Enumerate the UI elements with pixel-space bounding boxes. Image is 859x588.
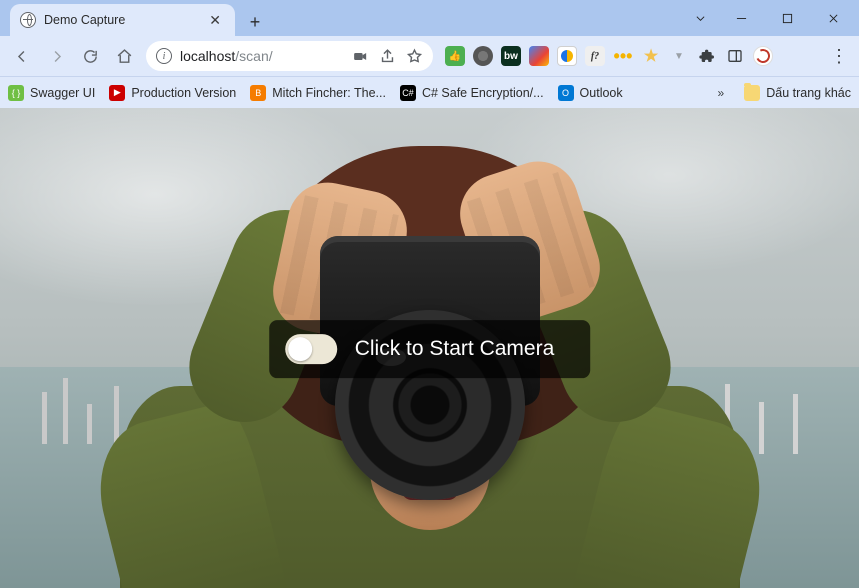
tab-title: Demo Capture [44, 13, 197, 27]
extension-icon[interactable]: ★ [641, 46, 661, 66]
extension-icon[interactable] [473, 46, 493, 66]
extension-icon[interactable]: ••• [613, 46, 633, 66]
camera-permission-icon[interactable] [352, 48, 369, 65]
extensions-menu-icon[interactable] [697, 46, 717, 66]
other-bookmarks-folder[interactable]: Dấu trang khác [744, 85, 851, 101]
start-camera-button[interactable]: Click to Start Camera [269, 320, 591, 378]
bookmark-label: Production Version [131, 86, 236, 100]
extension-icon[interactable]: bw [501, 46, 521, 66]
nav-back-button[interactable] [6, 40, 38, 72]
browser-tab[interactable]: Demo Capture ✕ [10, 4, 235, 36]
bookmark-star-icon[interactable] [406, 48, 423, 65]
address-bar[interactable]: i localhost/scan/ [146, 41, 433, 71]
site-info-icon[interactable]: i [156, 48, 172, 64]
bookmark-item[interactable]: { } Swagger UI [8, 85, 95, 101]
bookmark-label: Mitch Fincher: The... [272, 86, 386, 100]
bookmarks-overflow-button[interactable]: » [712, 86, 731, 100]
folder-icon [744, 85, 760, 101]
url-text: localhost/scan/ [180, 48, 344, 64]
tab-close-button[interactable]: ✕ [205, 10, 225, 31]
nav-forward-button[interactable] [40, 40, 72, 72]
extension-icon[interactable] [753, 46, 773, 66]
bookmarks-bar: { } Swagger UI ▶ Production Version B Mitch… [0, 76, 859, 108]
bookmark-label: Outlook [580, 86, 623, 100]
page-viewport: Click to Start Camera [0, 108, 859, 588]
bookmark-favicon: C# [400, 85, 416, 101]
tab-search-button[interactable] [683, 3, 717, 33]
bookmark-favicon: O [558, 85, 574, 101]
globe-icon [20, 12, 36, 28]
extension-icon[interactable]: ▼ [669, 46, 689, 66]
extension-icon[interactable] [529, 46, 549, 66]
new-tab-button[interactable]: + [241, 8, 269, 36]
window-close-button[interactable] [811, 3, 855, 33]
bookmark-label: C# Safe Encryption/... [422, 86, 544, 100]
camera-toggle[interactable] [285, 334, 337, 364]
side-panel-icon[interactable] [725, 46, 745, 66]
browser-menu-button[interactable]: ⋮ [825, 46, 853, 67]
extensions-row: 👍 bw f? ••• ★ ▼ [445, 46, 823, 66]
extension-icon[interactable] [557, 46, 577, 66]
start-camera-label: Click to Start Camera [355, 337, 555, 361]
bookmark-favicon: B [250, 85, 266, 101]
extension-icon[interactable]: 👍 [445, 46, 465, 66]
window-maximize-button[interactable] [765, 3, 809, 33]
nav-home-button[interactable] [108, 40, 140, 72]
bookmark-label: Dấu trang khác [766, 86, 851, 100]
bookmark-favicon: ▶ [109, 85, 125, 101]
nav-reload-button[interactable] [74, 40, 106, 72]
bookmark-item[interactable]: B Mitch Fincher: The... [250, 85, 386, 101]
window-minimize-button[interactable] [719, 3, 763, 33]
bookmark-favicon: { } [8, 85, 24, 101]
bookmark-item[interactable]: ▶ Production Version [109, 85, 236, 101]
bookmark-item[interactable]: O Outlook [558, 85, 623, 101]
extension-icon[interactable]: f? [585, 46, 605, 66]
bookmark-label: Swagger UI [30, 86, 95, 100]
bookmark-item[interactable]: C# C# Safe Encryption/... [400, 85, 544, 101]
share-icon[interactable] [379, 48, 396, 65]
